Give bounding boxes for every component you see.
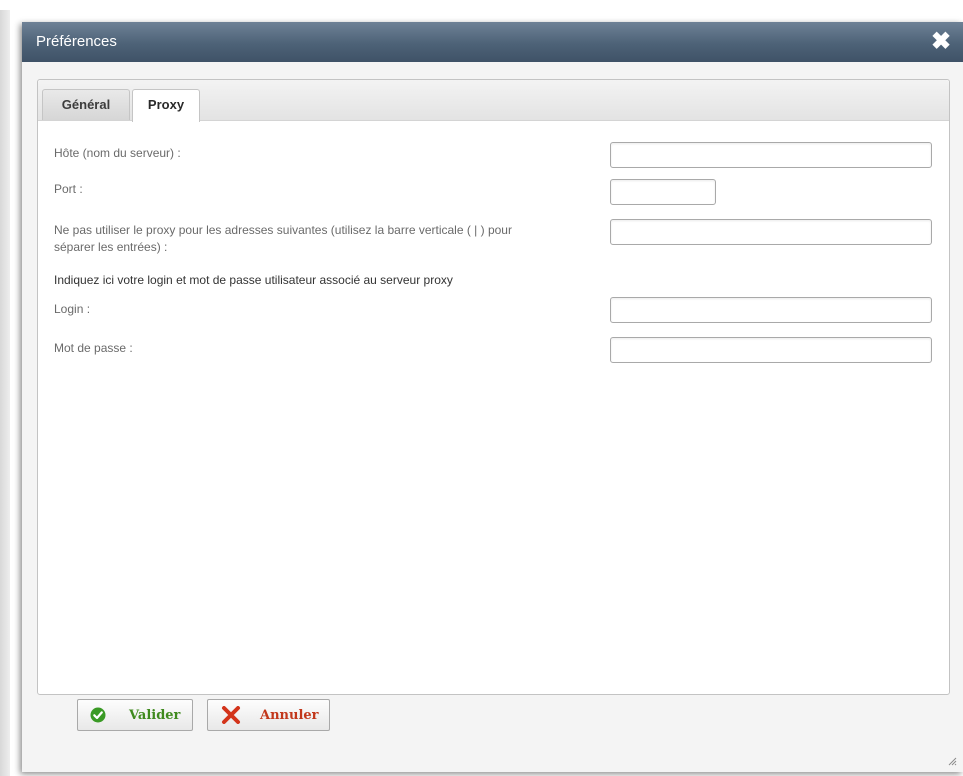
window-top-edge xyxy=(0,0,963,10)
tab-general[interactable]: Général xyxy=(42,89,130,120)
host-label: Hôte (nom du serveur) : xyxy=(54,146,181,160)
noproxy-label-line2: séparer les entrées) : xyxy=(54,240,168,254)
tab-panel: Général Proxy Hôte (nom du serveur) : Po… xyxy=(37,79,950,695)
login-input[interactable] xyxy=(610,297,932,323)
auth-note: Indiquez ici votre login et mot de passe… xyxy=(54,273,453,287)
noproxy-input[interactable] xyxy=(610,219,932,245)
tab-bar: Général Proxy xyxy=(38,80,949,122)
validate-label: Valider xyxy=(129,708,181,723)
red-x-icon xyxy=(222,706,240,724)
window-left-edge xyxy=(0,10,10,776)
cancel-label: Annuler xyxy=(260,708,319,723)
preferences-dialog: Préférences ✖ Général Proxy Hôte (nom du… xyxy=(22,22,963,772)
noproxy-label-line1: Ne pas utiliser le proxy pour les adress… xyxy=(54,223,512,237)
close-icon[interactable]: ✖ xyxy=(927,28,955,56)
port-label: Port : xyxy=(54,182,83,196)
login-label: Login : xyxy=(54,302,91,316)
tab-proxy[interactable]: Proxy xyxy=(132,89,200,122)
check-circle-icon xyxy=(90,707,106,723)
validate-button[interactable]: Valider xyxy=(77,699,193,731)
dialog-titlebar[interactable]: Préférences ✖ xyxy=(22,22,963,62)
resize-grip-icon[interactable] xyxy=(947,756,957,766)
noproxy-label: Ne pas utiliser le proxy pour les adress… xyxy=(54,222,512,256)
host-input[interactable] xyxy=(610,142,932,168)
port-input[interactable] xyxy=(610,179,716,205)
dialog-title: Préférences xyxy=(36,33,117,50)
cancel-button[interactable]: Annuler xyxy=(207,699,330,731)
password-input[interactable] xyxy=(610,337,932,363)
password-label: Mot de passe : xyxy=(54,341,133,355)
